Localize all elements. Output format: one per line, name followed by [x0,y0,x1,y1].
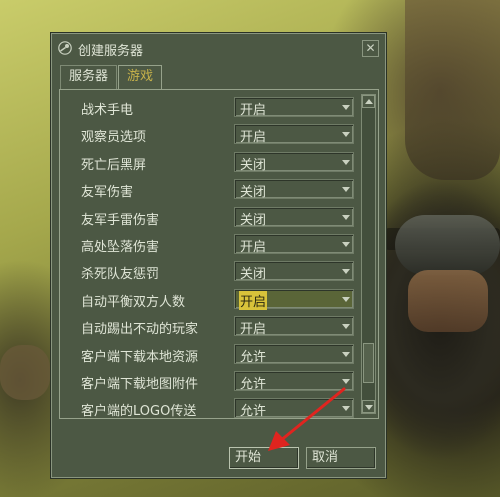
chevron-down-icon[interactable] [342,105,350,110]
setting-row: 死亡后黑屏 关闭 [68,149,356,176]
setting-dropdown[interactable]: 允许 [234,343,354,365]
background-face [408,270,488,332]
scroll-down-icon[interactable] [362,400,375,413]
vertical-scrollbar[interactable] [361,94,376,414]
chevron-down-icon[interactable] [342,378,350,384]
background-hand [0,345,50,400]
chevron-down-icon[interactable] [342,269,350,275]
setting-label: 死亡后黑屏 [81,157,147,173]
setting-value: 关闭 [240,157,267,173]
setting-row: 战术手电 开启 [68,94,356,121]
setting-value: 开启 [240,130,267,146]
chevron-down-icon[interactable] [342,187,350,193]
setting-value: 关闭 [240,185,267,201]
chevron-down-icon[interactable] [342,241,350,247]
tab-game[interactable]: 游戏 [118,65,163,90]
background-goggles [395,215,500,275]
setting-label: 观察员选项 [81,130,147,146]
setting-value: 关闭 [240,267,267,283]
close-icon: ✕ [365,41,376,55]
setting-row: 自动平衡双方人数 开启 [68,286,356,313]
setting-dropdown[interactable]: 开启 [234,97,354,118]
setting-row: 自动踢出不动的玩家 开启 [68,313,356,340]
settings-list: 战术手电 开启 观察员选项 开启 死亡后黑屏 关闭 友军伤害 关闭 友军手雷伤害 关闭 高处坠落伤害… [68,94,356,423]
setting-row: 客户端下载本地资源 允许 [68,341,356,368]
setting-row: 杀死队友惩罚 关闭 [68,258,356,285]
setting-value: 开启 [240,239,267,255]
chevron-down-icon[interactable] [342,132,350,138]
setting-dropdown[interactable]: 开启 [234,288,354,310]
chevron-down-icon[interactable] [342,351,350,357]
red-arrow-annotation [268,387,346,451]
setting-dropdown[interactable]: 关闭 [234,206,354,228]
steam-icon [58,41,72,55]
setting-label: 自动平衡双方人数 [81,294,186,310]
tab-bar: 服务器 游戏 [60,65,163,90]
setting-label: 客户端下载地图附件 [81,376,199,392]
setting-dropdown[interactable]: 开启 [234,124,354,146]
chevron-down-icon[interactable] [342,324,350,330]
setting-dropdown[interactable]: 关闭 [234,261,354,283]
setting-dropdown[interactable]: 关闭 [234,179,354,201]
setting-dropdown[interactable]: 关闭 [234,151,354,173]
setting-label: 杀死队友惩罚 [81,267,160,283]
setting-label: 客户端下载本地资源 [81,349,199,365]
setting-label: 友军手雷伤害 [81,212,160,228]
setting-label: 战术手电 [81,103,134,118]
setting-dropdown[interactable]: 开启 [234,233,354,255]
setting-label: 友军伤害 [81,185,134,201]
setting-row: 高处坠落伤害 开启 [68,231,356,258]
scroll-up-icon[interactable] [362,95,375,108]
setting-row: 友军伤害 关闭 [68,176,356,203]
tab-server[interactable]: 服务器 [60,65,118,89]
setting-value: 开启 [239,290,268,310]
setting-value: 开启 [240,103,267,118]
game-settings-panel: 战术手电 开启 观察员选项 开启 死亡后黑屏 关闭 友军伤害 关闭 友军手雷伤害 关闭 高处坠落伤害… [59,89,379,419]
setting-label: 自动踢出不动的玩家 [81,322,199,338]
chevron-down-icon[interactable] [342,214,350,220]
setting-value: 关闭 [240,212,267,228]
title-bar[interactable]: 创建服务器 ✕ [52,34,385,62]
window-title: 创建服务器 [78,44,144,59]
close-button[interactable]: ✕ [362,40,379,57]
setting-row: 友军手雷伤害 关闭 [68,204,356,231]
chevron-down-icon[interactable] [342,159,350,165]
setting-dropdown[interactable]: 开启 [234,316,354,338]
scroll-thumb[interactable] [363,343,374,383]
setting-row: 观察员选项 开启 [68,121,356,148]
setting-value: 开启 [240,322,267,338]
setting-label: 高处坠落伤害 [81,239,160,255]
setting-value: 允许 [240,349,267,365]
chevron-down-icon[interactable] [342,296,350,302]
setting-label: 客户端的LOGO传送 [81,404,197,420]
